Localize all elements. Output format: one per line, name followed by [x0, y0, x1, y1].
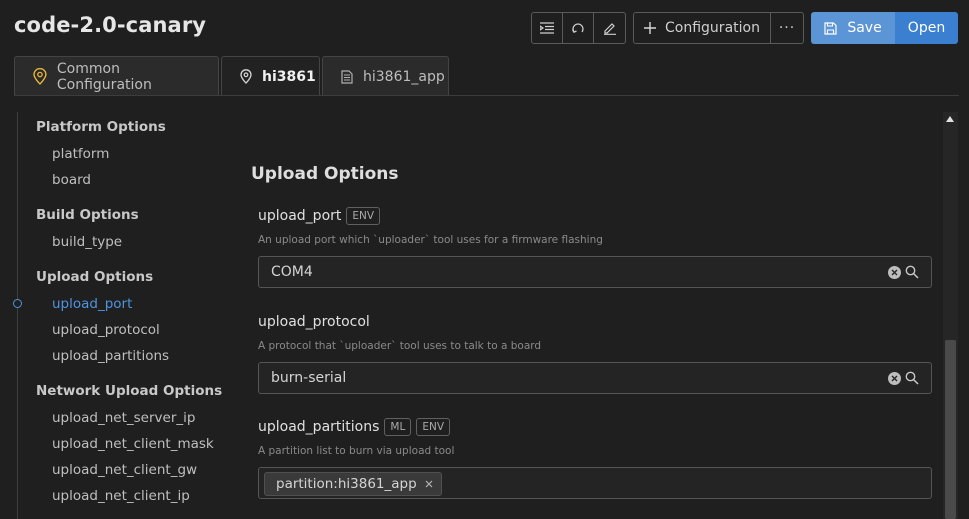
upload-partitions-input[interactable]: partition:hi3861_app	[258, 467, 932, 499]
tab-divider	[14, 95, 959, 96]
input-value: burn-serial	[271, 370, 347, 386]
save-label: Save	[847, 20, 882, 36]
sidebar-group-upload-options[interactable]: Upload Options	[36, 269, 153, 285]
editor-icon-group	[531, 12, 626, 44]
revert-button[interactable]	[563, 13, 594, 43]
sidebar-item-upload-partitions[interactable]: upload_partitions	[52, 348, 169, 364]
tab-label: hi3861	[262, 68, 316, 85]
option-label: upload_port	[258, 208, 342, 224]
list-indent-button[interactable]	[532, 13, 563, 43]
sidebar-group-platform-options[interactable]: Platform Options	[36, 119, 166, 135]
sidebar-item-build-type[interactable]: build_type	[52, 234, 122, 250]
list-indent-icon	[540, 22, 554, 34]
partition-chip: partition:hi3861_app	[264, 472, 442, 496]
search-icon[interactable]	[905, 371, 919, 385]
sidebar-item-upload-port[interactable]: upload_port	[52, 296, 132, 312]
tab-label: hi3861_app	[363, 68, 445, 85]
sidebar-item-platform[interactable]: platform	[52, 146, 109, 162]
tab-label: Common Configuration	[56, 60, 152, 93]
option-name-upload-protocol: upload_protocol	[258, 314, 370, 330]
option-label: upload_partitions	[258, 419, 380, 435]
edit-button[interactable]	[594, 13, 625, 43]
save-icon	[824, 21, 837, 35]
document-icon	[341, 69, 353, 84]
sidebar-item-upload-net-client-gw[interactable]: upload_net_client_gw	[52, 462, 197, 478]
input-value: COM4	[271, 264, 313, 280]
add-configuration-button[interactable]: Configuration	[634, 13, 771, 43]
env-badge: ENV	[416, 418, 450, 436]
sidebar-item-upload-net-client-mask[interactable]: upload_net_client_mask	[52, 436, 214, 452]
search-icon[interactable]	[905, 265, 919, 279]
option-label: upload_protocol	[258, 314, 370, 330]
option-name-upload-port: upload_port ENV	[258, 207, 381, 225]
option-description: An upload port which `uploader` tool use…	[258, 234, 603, 246]
clear-icon[interactable]	[888, 372, 901, 385]
active-marker-icon	[13, 299, 22, 308]
sidebar-item-board[interactable]: board	[52, 172, 91, 188]
option-description: A protocol that `uploader` tool uses to …	[258, 340, 542, 352]
sidebar-group-build-options[interactable]: Build Options	[36, 207, 139, 223]
scroll-thumb[interactable]	[945, 340, 956, 519]
remove-chip-icon[interactable]	[425, 480, 433, 488]
tab-hi3861[interactable]: hi3861	[221, 56, 320, 96]
location-pin-icon	[240, 69, 252, 84]
undo-icon	[571, 23, 584, 34]
upload-port-input[interactable]: COM4	[258, 256, 932, 288]
sidebar-group-network-upload-options[interactable]: Network Upload Options	[36, 383, 222, 399]
option-name-upload-partitions: upload_partitions ML ENV	[258, 418, 450, 436]
plus-icon	[644, 22, 657, 34]
clear-icon[interactable]	[888, 266, 901, 279]
chip-label: partition:hi3861_app	[276, 476, 417, 492]
sidebar-item-upload-protocol[interactable]: upload_protocol	[52, 322, 160, 338]
tab-common-configuration[interactable]: Common Configuration	[14, 56, 219, 96]
sidebar-item-upload-net-server-ip[interactable]: upload_net_server_ip	[52, 410, 195, 426]
location-pin-icon	[33, 68, 47, 85]
upload-protocol-input[interactable]: burn-serial	[258, 362, 932, 394]
option-description: A partition list to burn via upload tool	[258, 445, 455, 457]
open-button[interactable]: Open	[895, 12, 958, 44]
project-title: code-2.0-canary	[14, 13, 207, 37]
scroll-up-arrow-icon[interactable]	[946, 116, 954, 122]
more-options-button[interactable]: ···	[771, 13, 803, 43]
pencil-icon	[603, 23, 616, 35]
save-button[interactable]: Save	[811, 12, 895, 44]
section-title: Upload Options	[251, 164, 399, 184]
sidebar-item-upload-net-client-ip[interactable]: upload_net_client_ip	[52, 488, 190, 504]
options-sidebar: Platform Options platform board Build Op…	[13, 112, 232, 519]
configuration-group: Configuration ···	[633, 12, 804, 44]
content-scrollbar[interactable]	[943, 112, 958, 519]
env-badge: ENV	[346, 207, 381, 225]
configuration-label: Configuration	[665, 20, 760, 36]
ml-badge: ML	[384, 418, 412, 436]
tab-hi3861-app[interactable]: hi3861_app	[322, 56, 449, 96]
